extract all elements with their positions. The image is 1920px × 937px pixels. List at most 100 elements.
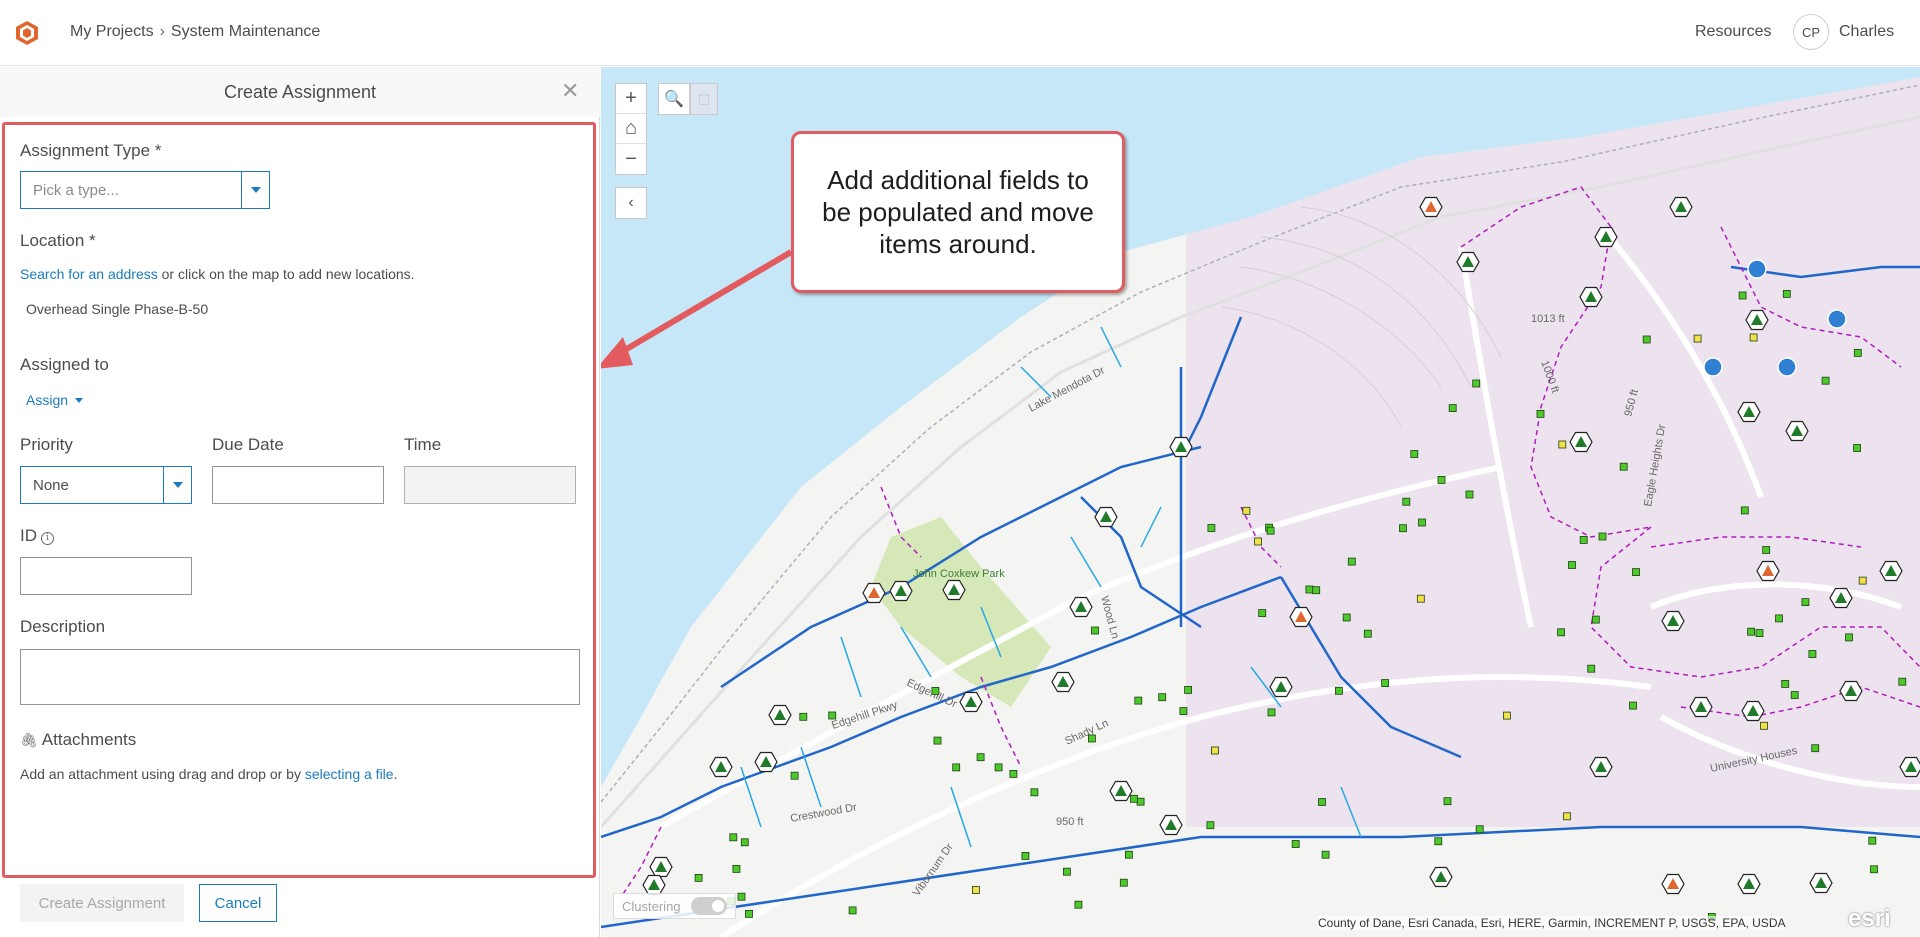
meter-symbol[interactable] [1184,686,1192,694]
select-tool-icon[interactable]: ⬚ [690,83,718,115]
transformer-symbol[interactable] [1269,676,1293,698]
meter-symbol[interactable] [737,892,746,901]
meter-symbol[interactable] [1312,586,1321,595]
transformer-symbol[interactable] [642,874,666,896]
meter-symbol[interactable] [1536,409,1545,418]
transformer-symbol[interactable] [1456,251,1480,273]
meter-symbol[interactable] [1434,837,1443,846]
meter-symbol[interactable] [1418,518,1426,527]
transformer-symbol[interactable] [862,582,886,604]
transformer-symbol[interactable] [709,756,733,778]
meter-symbol[interactable] [1693,334,1702,343]
meter-symbol[interactable] [1305,585,1314,594]
transformer-symbol[interactable] [1109,780,1133,802]
id-input[interactable] [20,557,192,595]
meter-symbol[interactable] [1207,524,1216,532]
meter-symbol[interactable] [1591,615,1600,624]
meter-symbol[interactable] [1134,696,1143,705]
meter-symbol[interactable] [1642,335,1651,344]
meter-symbol[interactable] [732,865,741,873]
due-date-input[interactable] [212,466,384,504]
meter-symbol[interactable] [1853,348,1862,357]
transformer-symbol[interactable] [1289,606,1313,628]
transformer-symbol[interactable] [1069,596,1093,618]
meter-symbol[interactable] [1266,526,1275,535]
transformer-symbol[interactable] [1589,756,1613,778]
meter-symbol[interactable] [694,874,703,882]
meter-symbol[interactable] [745,910,753,918]
transformer-symbol[interactable] [942,579,966,601]
collapse-panel-icon[interactable]: ‹ [615,187,647,219]
meter-symbol[interactable] [1563,812,1571,821]
meter-symbol[interactable] [828,711,837,720]
meter-symbol[interactable] [1465,490,1474,499]
zoom-in-icon[interactable]: + [616,84,646,114]
meter-symbol[interactable] [1318,798,1326,806]
transformer-symbol[interactable] [1689,696,1713,718]
meter-symbol[interactable] [1258,609,1267,617]
user-name[interactable]: Charles [1839,23,1894,41]
meter-symbol[interactable] [976,753,985,762]
meter-symbol[interactable] [1775,614,1783,623]
meter-symbol[interactable] [1782,289,1791,298]
transformer-symbol[interactable] [649,856,673,878]
meter-symbol[interactable] [1402,497,1411,506]
meter-symbol[interactable] [848,906,857,915]
transformer-symbol[interactable] [1419,196,1443,218]
meter-symbol[interactable] [1363,629,1372,638]
meter-symbol[interactable] [1821,376,1830,385]
priority-select[interactable]: None [20,466,192,504]
meter-symbol[interactable] [1291,840,1300,848]
meter-symbol[interactable] [1808,650,1817,658]
meter-symbol[interactable] [1267,708,1276,717]
meter-symbol[interactable] [1868,836,1877,845]
meter-symbol[interactable] [1125,850,1133,859]
assignment-type-select[interactable]: Pick a type... [20,171,270,209]
meter-symbol[interactable] [1119,878,1128,887]
chevron-down-icon[interactable] [241,172,269,208]
meter-symbol[interactable] [1801,598,1810,606]
meter-symbol[interactable] [1762,546,1771,554]
meter-symbol[interactable] [1738,291,1747,300]
meter-symbol[interactable] [1747,627,1755,636]
meter-symbol[interactable] [1321,850,1330,859]
meter-symbol[interactable] [1475,825,1484,834]
meter-symbol[interactable] [1749,333,1758,342]
meter-symbol[interactable] [1158,693,1167,702]
zoom-out-icon[interactable]: − [616,144,646,174]
meter-symbol[interactable] [1335,686,1343,695]
transformer-symbol[interactable] [959,691,983,713]
meter-symbol[interactable] [1254,537,1262,546]
meter-symbol[interactable] [1598,532,1607,541]
meter-symbol[interactable] [1755,629,1764,637]
meter-symbol[interactable] [1579,535,1588,544]
time-input[interactable] [404,466,576,504]
meter-symbol[interactable] [1845,633,1853,642]
meter-symbol[interactable] [1347,557,1356,566]
breadcrumb-my-projects[interactable]: My Projects [70,23,154,41]
meter-symbol[interactable] [1853,444,1861,452]
meter-symbol[interactable] [1740,506,1749,515]
close-icon[interactable]: ✕ [561,80,579,102]
create-assignment-button[interactable]: Create Assignment [20,884,184,922]
transformer-symbol[interactable] [1756,560,1780,582]
transformer-symbol[interactable] [1879,560,1903,582]
map-pin-icon[interactable] [1703,357,1723,377]
transformer-symbol[interactable] [1159,814,1183,836]
meter-symbol[interactable] [1503,711,1511,720]
transformer-symbol[interactable] [1785,420,1809,442]
meter-symbol[interactable] [1381,679,1389,687]
assign-dropdown[interactable]: Assign [26,392,84,408]
map-pin-icon[interactable] [1827,309,1847,329]
meter-symbol[interactable] [1790,691,1799,699]
transformer-symbol[interactable] [1839,680,1863,702]
meter-symbol[interactable] [1557,628,1565,637]
transformer-symbol[interactable] [1741,700,1765,722]
meter-symbol[interactable] [1781,680,1790,688]
transformer-symbol[interactable] [1429,866,1453,888]
transformer-symbol[interactable] [1661,873,1685,895]
meter-symbol[interactable] [1437,475,1446,484]
home-icon[interactable]: ⌂ [616,114,646,144]
meter-symbol[interactable] [1898,677,1907,686]
meter-symbol[interactable] [1619,462,1628,471]
